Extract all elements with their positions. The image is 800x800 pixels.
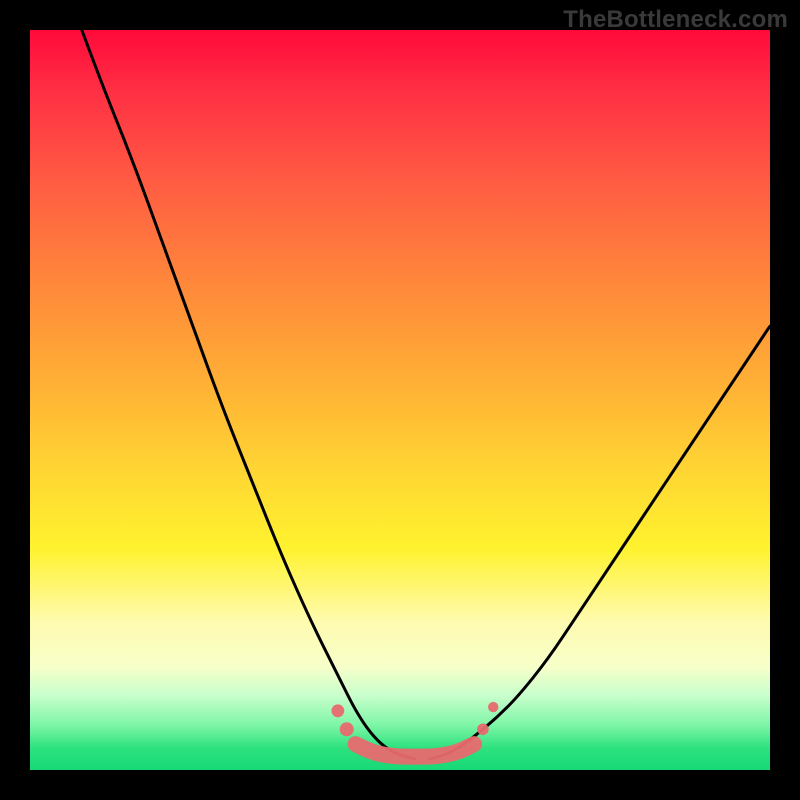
curve-layer bbox=[82, 30, 770, 759]
chart-frame: TheBottleneck.com bbox=[0, 0, 800, 800]
bottom-band bbox=[356, 744, 474, 757]
band-blob bbox=[331, 704, 344, 717]
band-blob bbox=[488, 702, 498, 712]
watermark-text: TheBottleneck.com bbox=[563, 6, 788, 34]
plot-area bbox=[30, 30, 770, 770]
band-blob bbox=[340, 722, 354, 736]
band-blob bbox=[477, 724, 489, 736]
chart-svg bbox=[30, 30, 770, 770]
series-right-curve bbox=[430, 326, 770, 759]
series-left-curve bbox=[82, 30, 415, 759]
